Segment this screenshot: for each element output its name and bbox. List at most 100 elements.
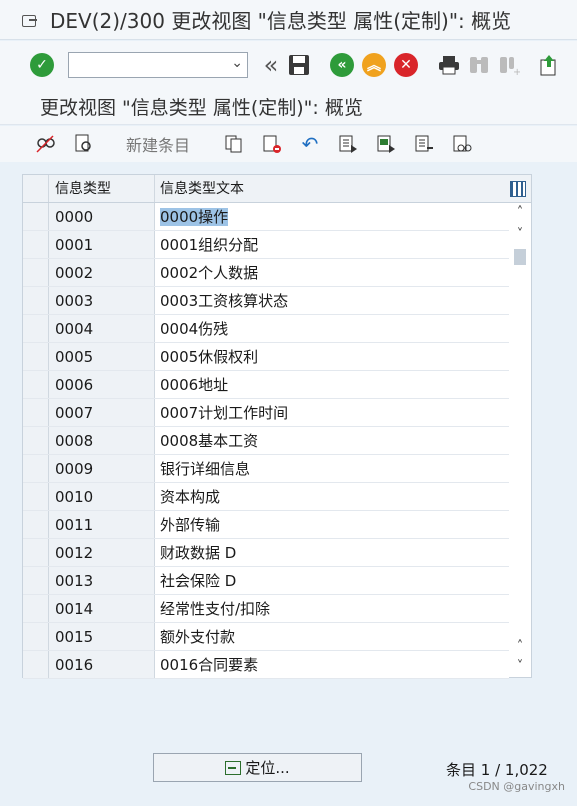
command-field[interactable]: ⌄ [68, 52, 248, 78]
table-row[interactable]: 0008 0008基本工资 [23, 427, 509, 455]
save-icon[interactable] [286, 52, 312, 78]
vertical-scrollbar[interactable]: ˄ ˅ ˄ ˅ [509, 203, 531, 677]
infotype-text: 0007计划工作时间 [160, 404, 289, 422]
table-row[interactable]: 0000 0000操作 [23, 203, 509, 231]
locate-button[interactable]: 定位... [153, 753, 362, 782]
back-double-icon[interactable]: « [258, 51, 284, 79]
row-selector[interactable] [23, 511, 49, 538]
infotype-cell: 0012 [49, 539, 155, 566]
table-row[interactable]: 0009 银行详细信息 [23, 455, 509, 483]
row-selector[interactable] [23, 595, 49, 622]
infotype-text-cell[interactable]: 0007计划工作时间 [155, 399, 509, 426]
infotype-text: 额外支付款 [160, 628, 236, 646]
infotype-text: 0008基本工资 [160, 432, 259, 450]
row-selector[interactable] [23, 651, 49, 678]
row-selector[interactable] [23, 539, 49, 566]
table-row[interactable]: 0010 资本构成 [23, 483, 509, 511]
infotype-cell: 0007 [49, 399, 155, 426]
infotype-text: 0016合同要素 [160, 656, 259, 674]
command-input[interactable] [69, 53, 219, 77]
infotype-text-cell[interactable]: 财政数据 D [155, 539, 509, 566]
row-selector[interactable] [23, 371, 49, 398]
variant-icon[interactable] [450, 132, 474, 156]
new-entries-button[interactable]: 新建条目 [126, 132, 190, 156]
find-icon[interactable] [466, 52, 492, 78]
infotype-text: 0002个人数据 [160, 264, 259, 282]
row-selector[interactable] [23, 567, 49, 594]
row-selector[interactable] [23, 399, 49, 426]
exit-icon[interactable]: ︽ [362, 53, 386, 77]
table-row[interactable]: 0003 0003工资核算状态 [23, 287, 509, 315]
scroll-thumb[interactable] [514, 249, 526, 265]
table-row[interactable]: 0006 0006地址 [23, 371, 509, 399]
new-session-icon[interactable] [536, 52, 562, 78]
infotype-text-cell[interactable]: 0016合同要素 [155, 651, 509, 678]
row-selector[interactable] [23, 287, 49, 314]
infotype-text-cell[interactable]: 资本构成 [155, 483, 509, 510]
row-selector[interactable] [23, 343, 49, 370]
table-row[interactable]: 0007 0007计划工作时间 [23, 399, 509, 427]
infotype-text-cell[interactable]: 社会保险 D [155, 567, 509, 594]
table-row[interactable]: 0013 社会保险 D [23, 567, 509, 595]
display-change-icon[interactable] [34, 132, 58, 156]
infotype-text-cell[interactable]: 0004伤残 [155, 315, 509, 342]
infotype-cell: 0008 [49, 427, 155, 454]
select-all-icon[interactable] [336, 132, 360, 156]
infotype-text: 社会保险 D [160, 572, 237, 590]
infotype-text-cell[interactable]: 0006地址 [155, 371, 509, 398]
row-selector[interactable] [23, 315, 49, 342]
infotype-cell: 0002 [49, 259, 155, 286]
infotype-text-cell[interactable]: 经常性支付/扣除 [155, 595, 509, 622]
infotype-text-cell[interactable]: 0003工资核算状态 [155, 287, 509, 314]
row-selector[interactable] [23, 231, 49, 258]
print-icon[interactable] [436, 52, 462, 78]
page-up-bottom-icon[interactable]: ˄ [509, 639, 531, 659]
back-icon[interactable]: « [330, 53, 354, 77]
infotype-text-cell[interactable]: 0005休假权利 [155, 343, 509, 370]
column-header-infotype[interactable]: 信息类型 [49, 175, 155, 202]
deselect-all-icon[interactable] [412, 132, 436, 156]
row-selector[interactable] [23, 427, 49, 454]
scroll-up-icon[interactable]: ˄ [509, 205, 531, 225]
undo-icon[interactable]: ↶ [298, 132, 322, 156]
table-row[interactable]: 0004 0004伤残 [23, 315, 509, 343]
table-row[interactable]: 0016 0016合同要素 [23, 651, 509, 679]
column-header-infotype-text[interactable]: 信息类型文本 [155, 175, 505, 202]
infotype-text-cell[interactable]: 银行详细信息 [155, 455, 509, 482]
infotype-text-cell[interactable]: 0000操作 [155, 203, 509, 230]
table-row[interactable]: 0011 外部传输 [23, 511, 509, 539]
copy-as-icon[interactable] [222, 132, 246, 156]
cancel-icon[interactable]: ✕ [394, 53, 418, 77]
infotype-cell: 0013 [49, 567, 155, 594]
table-row[interactable]: 0015 额外支付款 [23, 623, 509, 651]
infotype-text-cell[interactable]: 0002个人数据 [155, 259, 509, 286]
infotype-text-cell[interactable]: 0001组织分配 [155, 231, 509, 258]
scroll-down-icon[interactable]: ˅ [509, 659, 531, 679]
page-up-icon[interactable]: ˅ [509, 227, 531, 247]
infotype-text: 0001组织分配 [160, 236, 259, 254]
select-all-column[interactable] [23, 175, 49, 202]
infotype-text: 资本构成 [160, 488, 221, 506]
window-menu-icon[interactable] [22, 13, 38, 27]
infotype-text-cell[interactable]: 0008基本工资 [155, 427, 509, 454]
table-row[interactable]: 0012 财政数据 D [23, 539, 509, 567]
delete-icon[interactable] [260, 132, 284, 156]
row-selector[interactable] [23, 203, 49, 230]
display-icon[interactable] [72, 132, 96, 156]
table-row[interactable]: 0014 经常性支付/扣除 [23, 595, 509, 623]
row-selector[interactable] [23, 623, 49, 650]
infotype-text-cell[interactable]: 额外支付款 [155, 623, 509, 650]
row-selector[interactable] [23, 259, 49, 286]
table-settings-icon[interactable] [505, 175, 531, 202]
chevron-down-icon[interactable]: ⌄ [231, 55, 243, 71]
row-selector[interactable] [23, 455, 49, 482]
infotype-text-cell[interactable]: 外部传输 [155, 511, 509, 538]
table-row[interactable]: 0001 0001组织分配 [23, 231, 509, 259]
check-icon[interactable]: ✓ [30, 53, 54, 77]
select-block-icon[interactable] [374, 132, 398, 156]
row-selector[interactable] [23, 483, 49, 510]
table-row[interactable]: 0005 0005休假权利 [23, 343, 509, 371]
infotype-text: 0004伤残 [160, 320, 229, 338]
table-row[interactable]: 0002 0002个人数据 [23, 259, 509, 287]
find-next-icon[interactable]: + [496, 52, 522, 78]
